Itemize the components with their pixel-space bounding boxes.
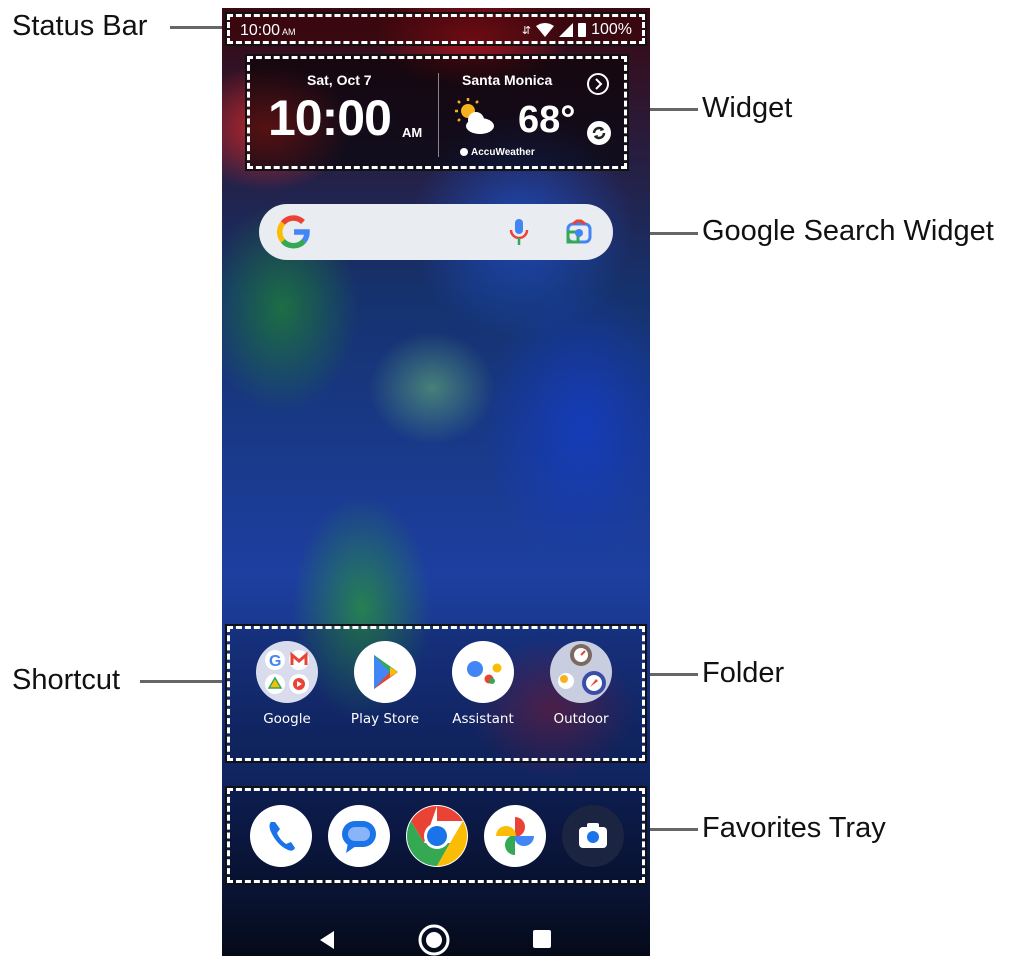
- battery-percent: 100%: [591, 21, 632, 38]
- outdoor-folder-icon: [550, 641, 612, 703]
- camera-icon[interactable]: [562, 805, 624, 867]
- home-icon[interactable]: [418, 924, 450, 956]
- signal-icon: [559, 23, 574, 37]
- shortcut-google-folder[interactable]: G Google: [239, 641, 335, 727]
- messages-icon[interactable]: [328, 805, 390, 867]
- callout-favorites-tray: Favorites Tray: [702, 812, 886, 844]
- widget-ampm: AM: [402, 125, 423, 140]
- callout-status-bar: Status Bar: [12, 10, 148, 42]
- photos-icon[interactable]: [484, 805, 546, 867]
- shortcut-label-outdoor: Outdoor: [553, 711, 609, 727]
- play-store-icon: [354, 641, 416, 703]
- shortcut-outdoor-folder[interactable]: Outdoor: [533, 641, 629, 727]
- google-g-icon: [277, 215, 310, 249]
- data-arrows-icon: ⇵: [521, 24, 532, 37]
- google-search-widget[interactable]: [259, 204, 613, 260]
- status-ampm: AM: [282, 27, 296, 37]
- google-lens-icon[interactable]: [565, 218, 593, 246]
- battery-icon: [578, 23, 587, 37]
- mic-icon[interactable]: [509, 218, 529, 246]
- shortcut-label-assistant: Assistant: [452, 711, 514, 727]
- assistant-icon: [452, 641, 514, 703]
- widget-divider: [438, 73, 439, 157]
- widget-brand: AccuWeather: [460, 147, 535, 158]
- phone-icon[interactable]: [250, 805, 312, 867]
- widget-temperature: 68°: [518, 99, 576, 141]
- home-screen: 10:00 AM ⇵ 100% Sat, Oct 7 10:00 AM Santa…: [222, 8, 650, 956]
- chevron-right-icon[interactable]: [587, 73, 609, 95]
- google-folder-icon: G: [256, 641, 318, 703]
- svg-text:G: G: [269, 653, 281, 670]
- leader-status-bar: [170, 26, 228, 29]
- widget-date: Sat, Oct 7: [307, 72, 372, 88]
- shortcut-label-google: Google: [263, 711, 311, 727]
- status-time: 10:00 AM: [240, 22, 296, 40]
- favorites-tray: [225, 786, 647, 885]
- recents-icon[interactable]: [533, 930, 551, 948]
- chrome-icon[interactable]: [406, 805, 468, 867]
- widget-time[interactable]: 10:00: [268, 89, 392, 147]
- refresh-icon[interactable]: [587, 121, 611, 145]
- callout-folder: Folder: [702, 657, 785, 689]
- shortcut-play-store[interactable]: Play Store: [337, 641, 433, 727]
- shortcut-label-play-store: Play Store: [350, 711, 420, 727]
- callout-shortcut: Shortcut: [12, 664, 120, 696]
- partly-cloudy-icon: [455, 98, 494, 134]
- callout-google-search-widget: Google Search Widget: [702, 215, 994, 247]
- shortcut-row: G Google Play Store Assistant Outdoor: [225, 624, 647, 763]
- back-icon[interactable]: [318, 930, 336, 950]
- widget-city: Santa Monica: [462, 72, 553, 88]
- status-bar[interactable]: 10:00 AM ⇵ 100%: [225, 12, 647, 46]
- leader-shortcut: [140, 680, 230, 683]
- navigation-bar: [222, 908, 650, 956]
- status-clock: 10:00: [240, 22, 281, 39]
- wifi-icon: [536, 23, 555, 37]
- leader-favorites: [645, 828, 698, 831]
- status-icons: ⇵ 100%: [522, 21, 632, 39]
- callout-widget: Widget: [702, 92, 793, 124]
- shortcut-assistant[interactable]: Assistant: [435, 641, 531, 727]
- clock-weather-widget[interactable]: Sat, Oct 7 10:00 AM Santa Monica 68° Acc…: [245, 54, 629, 171]
